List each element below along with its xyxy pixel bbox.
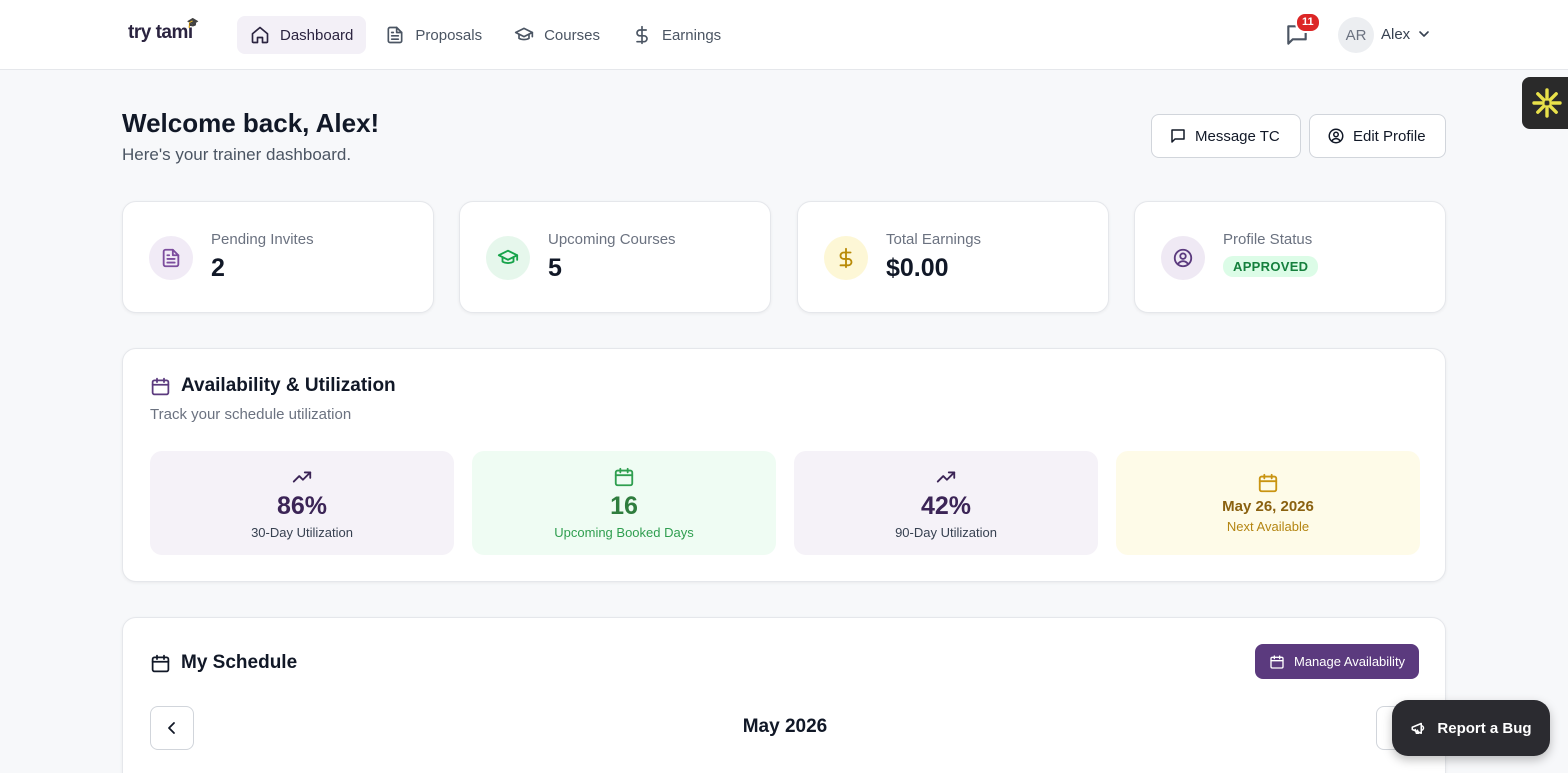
schedule-title-text: My Schedule [181, 652, 298, 673]
util-label: 90-Day Utilization [895, 525, 997, 540]
util-card-next-available: May 26, 2026 Next Available [1116, 451, 1420, 555]
stat-value: 5 [548, 254, 562, 282]
brand-logo-text: try tami [128, 22, 193, 43]
message-icon [1171, 129, 1185, 143]
home-icon [251, 26, 269, 44]
calendar-icon [1258, 473, 1278, 493]
util-label: Upcoming Booked Days [554, 525, 694, 540]
util-label: Next Available [1226, 519, 1310, 534]
message-tc-label: Message TC [1195, 127, 1280, 145]
trending-up-icon [936, 471, 956, 483]
report-bug-button[interactable]: Report a Bug [1392, 700, 1550, 756]
util-label: 30-Day Utilization [251, 525, 353, 540]
avatar[interactable]: AR [1338, 17, 1374, 53]
schedule-title: My Schedule [150, 652, 297, 674]
main-nav: Dashboard Proposals Courses Earnings [237, 16, 734, 54]
nav-item-label: Proposals [415, 26, 483, 44]
edit-profile-button[interactable]: Edit Profile [1309, 114, 1446, 158]
nav-item-earnings[interactable]: Earnings [619, 16, 734, 54]
nav-item-courses[interactable]: Courses [501, 16, 613, 54]
message-tc-button[interactable]: Message TC [1151, 114, 1301, 158]
nav-item-label: Dashboard [280, 26, 354, 44]
next-available-date: May 26, 2026 [1222, 498, 1314, 515]
nav-item-label: Earnings [661, 26, 722, 44]
dollar-icon [839, 247, 853, 269]
dollar-icon [636, 25, 648, 45]
nav-item-proposals[interactable]: Proposals [372, 16, 495, 54]
status-badge: APPROVED [1223, 256, 1319, 277]
availability-title: Availability & Utilization [150, 375, 396, 397]
stat-card-pending-invites: Pending Invites 2 [122, 201, 434, 313]
nav-item-dashboard[interactable]: Dashboard [237, 16, 367, 54]
stat-label: Pending Invites [211, 231, 314, 248]
nav-item-label: Courses [544, 26, 600, 44]
util-value: 42% [920, 492, 972, 520]
util-card-90-day: 42% 90-Day Utilization [794, 451, 1098, 555]
util-card-booked-days: 16 Upcoming Booked Days [472, 451, 776, 555]
sparkle-icon [1532, 88, 1562, 118]
user-name[interactable]: Alex [1381, 26, 1410, 43]
manage-availability-label: Manage Availability [1294, 654, 1406, 669]
stat-value: 2 [211, 254, 225, 282]
calendar-icon [1270, 654, 1284, 669]
graduation-cap-icon [514, 27, 534, 41]
availability-title-text: Availability & Utilization [181, 375, 396, 396]
page-subtitle: Here's your trainer dashboard. [122, 145, 352, 164]
edit-profile-label: Edit Profile [1353, 127, 1426, 145]
user-circle-icon [1328, 128, 1344, 144]
megaphone-icon [1411, 722, 1425, 734]
util-value: 86% [276, 492, 328, 520]
brand-logo[interactable]: try tami 🎓 [128, 18, 199, 44]
calendar-month-title: May 2026 [742, 716, 828, 737]
graduation-cap-icon [497, 249, 519, 264]
stat-card-total-earnings: Total Earnings $0.00 [797, 201, 1109, 313]
top-navigation-bar: try tami 🎓 Dashboard Proposals Courses E… [0, 0, 1568, 70]
stat-icon-wrap [1161, 236, 1205, 280]
util-value: 16 [610, 492, 638, 520]
util-card-30-day: 86% 30-Day Utilization [150, 451, 454, 555]
report-bug-label: Report a Bug [1437, 719, 1532, 737]
trending-up-icon [292, 471, 312, 483]
manage-availability-button[interactable]: Manage Availability [1255, 644, 1420, 679]
stat-icon-wrap [149, 236, 193, 280]
graduation-cap-icon: 🎓 [186, 18, 199, 29]
message-count-badge: 11 [1295, 12, 1321, 33]
page-title: Welcome back, Alex! [122, 108, 380, 138]
calendar-icon [614, 467, 634, 487]
assistant-widget[interactable] [1522, 77, 1568, 129]
document-icon [162, 248, 180, 268]
stat-icon-wrap [824, 236, 868, 280]
availability-panel: Availability & Utilization Track your sc… [122, 348, 1446, 582]
stat-label: Total Earnings [886, 231, 982, 248]
stat-label: Profile Status [1223, 231, 1313, 248]
availability-subtitle: Track your schedule utilization [150, 406, 352, 423]
stat-card-upcoming-courses: Upcoming Courses 5 [459, 201, 771, 313]
schedule-panel: My Schedule Manage Availability May 2026 [122, 617, 1446, 773]
user-circle-icon [1173, 248, 1193, 268]
chevron-down-icon[interactable] [1418, 28, 1430, 40]
stat-value: $0.00 [886, 254, 949, 282]
calendar-icon [151, 654, 170, 672]
avatar-initials: AR [1345, 26, 1367, 44]
stat-icon-wrap [486, 236, 530, 280]
stat-card-profile-status: Profile Status APPROVED [1134, 201, 1446, 313]
document-icon [387, 26, 403, 44]
calendar-icon [151, 377, 170, 395]
stat-label: Upcoming Courses [548, 231, 676, 248]
